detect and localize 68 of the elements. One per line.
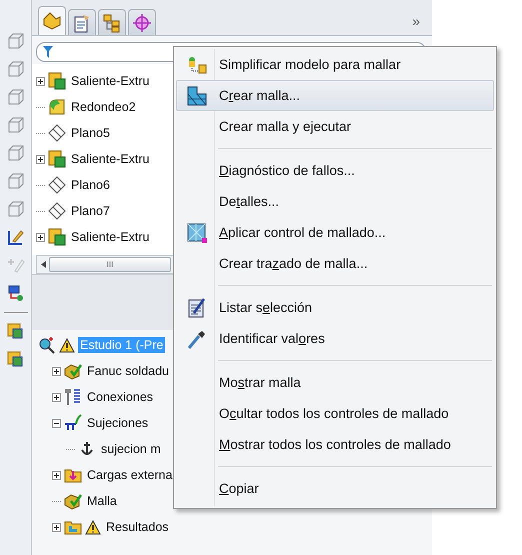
expander-icon[interactable] (52, 392, 61, 402)
menu-item[interactable]: Aplicar control de mallado... (176, 217, 494, 248)
part-icon (64, 492, 82, 510)
tree-item[interactable]: sujecion m (99, 441, 163, 457)
menu-item[interactable]: Crear malla y ejecutar (176, 111, 494, 142)
tree-item[interactable]: Plano5 (69, 125, 112, 141)
expander-icon[interactable] (36, 232, 45, 242)
tree-item[interactable]: Cargas externa (85, 467, 174, 483)
menu-item[interactable]: Simplificar modelo para mallar (176, 49, 494, 80)
menu-item[interactable]: Identificar valores (176, 323, 494, 354)
tree-item[interactable]: Plano7 (69, 203, 112, 219)
cube-icon[interactable] (6, 60, 24, 78)
menu-item[interactable]: Diagnóstico de fallos... (176, 155, 494, 186)
cube-icon[interactable] (6, 88, 24, 106)
expander-icon[interactable] (52, 366, 61, 376)
expander-icon[interactable] (52, 418, 61, 428)
expander-icon[interactable] (52, 522, 61, 532)
expander-icon[interactable] (36, 154, 45, 164)
panel-tab[interactable] (98, 9, 126, 35)
menu-item[interactable]: Mostrar malla (176, 367, 494, 398)
tree-item[interactable]: Plano6 (69, 177, 112, 193)
filter-icon (43, 46, 53, 58)
sketch-icon[interactable] (6, 228, 24, 246)
menu-item[interactable]: Crear malla... (176, 80, 494, 111)
tree-item[interactable]: Malla (85, 493, 119, 509)
tree-item[interactable]: Saliente-Extru (69, 229, 152, 245)
tree-item[interactable]: Conexiones (85, 389, 156, 405)
tree-item[interactable]: Resultados (104, 519, 171, 535)
menu-item[interactable]: Crear trazado de malla... (176, 248, 494, 279)
panel-tab[interactable] (68, 9, 96, 35)
cube-icon[interactable] (6, 144, 24, 162)
tree-item[interactable]: Sujeciones (85, 415, 150, 431)
part-icon[interactable] (6, 351, 24, 369)
menu-item[interactable]: Ocultar todos los controles de mallado (176, 398, 494, 429)
overflow-button[interactable]: » (410, 13, 422, 29)
left-arrow-icon[interactable] (40, 261, 46, 268)
cube-icon[interactable] (6, 200, 24, 218)
hierarchy-icon (102, 12, 122, 32)
panel-tab[interactable] (38, 6, 66, 35)
tree-item[interactable]: Saliente-Extru (69, 73, 152, 89)
swap-icon[interactable] (6, 284, 24, 302)
cube-icon[interactable] (6, 172, 24, 190)
menu-item[interactable]: Copiar (176, 473, 494, 504)
scrollbar-thumb[interactable]: III (49, 257, 171, 272)
fillet-icon (48, 98, 66, 116)
list-icon (186, 296, 208, 318)
tree-item[interactable]: Redondeo2 (69, 99, 138, 115)
expander-icon[interactable] (52, 470, 61, 480)
mesh-icon (186, 222, 208, 244)
menu-item[interactable]: Detalles... (176, 186, 494, 217)
connections-icon (64, 388, 82, 406)
crosshair-icon (132, 12, 152, 32)
part-icon[interactable] (6, 323, 24, 341)
plane-icon (48, 176, 66, 194)
plane-icon (48, 202, 66, 220)
tree-item[interactable]: Fanuc soldadu (85, 363, 172, 379)
part-icon (42, 11, 62, 31)
cube-icon[interactable] (6, 116, 24, 134)
cube-icon[interactable] (6, 32, 24, 50)
expander-icon[interactable] (36, 76, 45, 86)
menu-item[interactable]: Listar selección (176, 292, 494, 323)
plane-icon (48, 124, 66, 142)
tree-item[interactable]: Saliente-Extru (69, 151, 152, 167)
mesh-icon (186, 84, 208, 106)
scrollbar[interactable]: III (36, 255, 174, 274)
document-icon (72, 12, 92, 32)
part-icon (64, 362, 82, 380)
menu-item[interactable]: Mostrar todos los controles de mallado (176, 429, 494, 460)
